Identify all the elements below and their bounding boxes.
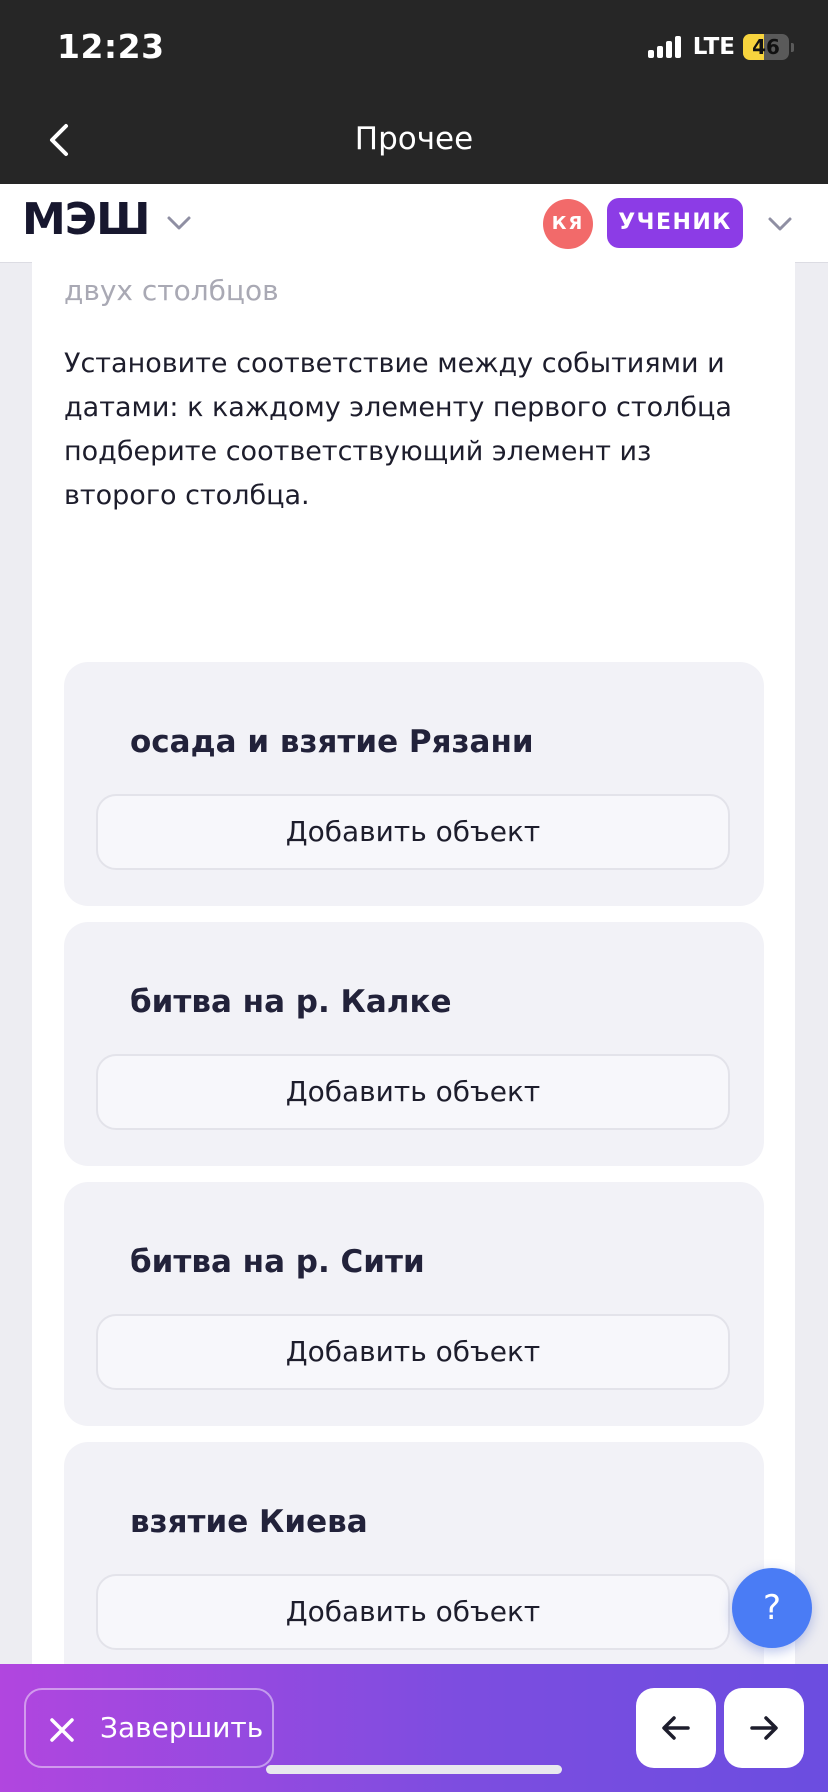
network-type: LTE: [692, 34, 735, 60]
match-item-title: осада и взятие Рязани: [130, 724, 534, 760]
match-item-title: битва на р. Сити: [130, 1244, 425, 1280]
status-indicators: LTE 46: [647, 34, 794, 60]
match-item: битва на р. Калке Добавить объект: [64, 922, 764, 1166]
finish-button[interactable]: Завершить: [24, 1688, 274, 1768]
close-icon: [50, 1718, 74, 1742]
battery-icon: 46: [743, 34, 789, 60]
match-item: взятие Киева Добавить объект: [64, 1442, 764, 1686]
task-card: двух столбцов Установите соответствие ме…: [32, 262, 795, 1686]
match-item-title: битва на р. Калке: [130, 984, 452, 1020]
top-bar: 12:23 LTE 46 Прочее: [0, 0, 828, 184]
next-button[interactable]: [724, 1688, 804, 1768]
task-instruction: Установите соответствие между событиями …: [64, 348, 732, 511]
page-title: Прочее: [354, 121, 474, 157]
role-badge[interactable]: УЧЕНИК: [607, 198, 743, 248]
add-object-button[interactable]: Добавить объект: [96, 1314, 730, 1390]
avatar[interactable]: КЯ: [543, 199, 593, 249]
chevron-down-icon[interactable]: [764, 208, 796, 240]
arrow-right-icon: [750, 1716, 778, 1740]
signal-icon: [647, 36, 681, 58]
status-time: 12:23: [57, 27, 165, 66]
match-item: битва на р. Сити Добавить объект: [64, 1182, 764, 1426]
help-button[interactable]: ?: [732, 1568, 812, 1648]
match-item: осада и взятие Рязани Добавить объект: [64, 662, 764, 906]
battery-tip: [791, 42, 794, 52]
finish-button-label: Завершить: [100, 1711, 264, 1744]
home-indicator: [266, 1765, 562, 1774]
battery-level: 46: [752, 35, 780, 59]
task-subtitle: двух столбцов: [64, 274, 279, 307]
add-object-button[interactable]: Добавить объект: [96, 1574, 730, 1650]
previous-button[interactable]: [636, 1688, 716, 1768]
chevron-down-icon[interactable]: [164, 208, 194, 238]
add-object-button[interactable]: Добавить объект: [96, 794, 730, 870]
mesh-logo[interactable]: МЭШ: [22, 194, 150, 245]
match-item-title: взятие Киева: [130, 1504, 368, 1540]
arrow-left-icon: [662, 1716, 690, 1740]
add-object-button[interactable]: Добавить объект: [96, 1054, 730, 1130]
app-header: МЭШ КЯ УЧЕНИК: [0, 184, 828, 263]
